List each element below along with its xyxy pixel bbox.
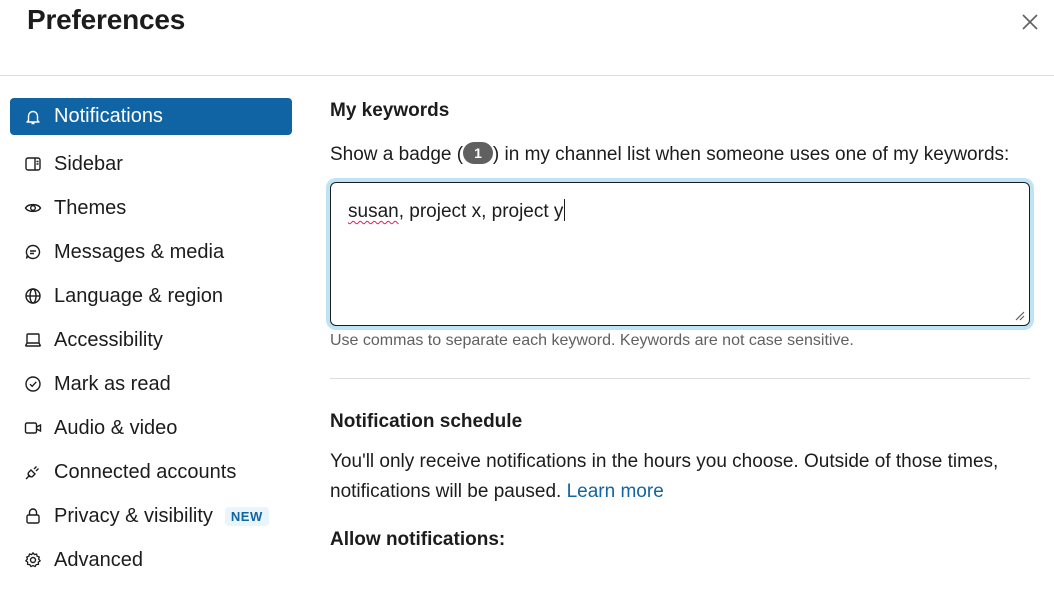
- gear-icon: [24, 551, 42, 569]
- keyword-misspelled: susan: [348, 201, 399, 222]
- plug-icon: [24, 463, 42, 481]
- keywords-desc-after: ) in my channel list when someone uses o…: [492, 144, 1010, 165]
- sidebar-item-language-region[interactable]: Language & region: [10, 274, 292, 318]
- preferences-header: Preferences: [0, 0, 1054, 76]
- new-badge: NEW: [224, 506, 269, 526]
- close-icon[interactable]: [1018, 10, 1042, 34]
- sidebar-item-privacy-visibility[interactable]: Privacy & visibility NEW: [10, 494, 292, 538]
- sidebar-item-connected-accounts[interactable]: Connected accounts: [10, 450, 292, 494]
- video-icon: [24, 419, 42, 437]
- schedule-desc-text: You'll only receive notifications in the…: [330, 451, 999, 502]
- sidebar-item-accessibility[interactable]: Accessibility: [10, 318, 292, 362]
- eye-icon: [24, 199, 42, 217]
- message-icon: [24, 243, 42, 261]
- badge-count: 1: [463, 142, 493, 164]
- schedule-description: You'll only receive notifications in the…: [330, 447, 1030, 507]
- globe-icon: [24, 287, 42, 305]
- sidebar-icon: [24, 155, 42, 173]
- sidebar-item-label: Themes: [54, 196, 127, 219]
- keywords-input[interactable]: susan, project x, project y: [330, 182, 1030, 326]
- sidebar-item-label: Sidebar: [54, 152, 123, 175]
- check-circle-icon: [24, 375, 42, 393]
- keywords-hint: Use commas to separate each keyword. Key…: [330, 332, 854, 349]
- sidebar-item-label: Notifications: [54, 105, 163, 127]
- preferences-sidebar: Notifications Sidebar Themes Messages & …: [10, 98, 292, 582]
- sidebar-item-label: Audio & video: [54, 416, 178, 439]
- bell-icon: [24, 108, 42, 126]
- keywords-title: My keywords: [330, 100, 450, 121]
- keywords-desc-before: Show a badge (: [330, 144, 464, 165]
- text-caret: [564, 199, 566, 221]
- resize-handle-icon[interactable]: [1013, 309, 1025, 321]
- sidebar-item-messages-media[interactable]: Messages & media: [10, 230, 292, 274]
- lock-icon: [24, 507, 42, 525]
- laptop-icon: [24, 331, 42, 349]
- sidebar-item-label: Messages & media: [54, 240, 225, 263]
- sidebar-item-mark-as-read[interactable]: Mark as read: [10, 362, 292, 406]
- sidebar-item-label: Privacy & visibility: [54, 504, 213, 527]
- sidebar-item-label: Advanced: [54, 548, 143, 571]
- sidebar-item-label: Accessibility: [54, 328, 163, 351]
- section-divider: [330, 378, 1030, 379]
- keywords-description: Show a badge (1) in my channel list when…: [330, 140, 1030, 170]
- notifications-panel: My keywords Show a badge (1) in my chann…: [330, 98, 1030, 551]
- sidebar-item-themes[interactable]: Themes: [10, 186, 292, 230]
- sidebar-item-label: Mark as read: [54, 372, 171, 395]
- keywords-value: susan, project x, project y: [348, 199, 566, 223]
- allow-notifications-label: Allow notifications:: [330, 529, 506, 550]
- schedule-title: Notification schedule: [330, 411, 523, 432]
- sidebar-item-label: Language & region: [54, 284, 224, 307]
- page-title: Preferences: [27, 4, 186, 35]
- learn-more-link[interactable]: Learn more: [567, 481, 664, 502]
- sidebar-item-audio-video[interactable]: Audio & video: [10, 406, 292, 450]
- sidebar-item-sidebar[interactable]: Sidebar: [10, 142, 292, 186]
- keyword-rest: , project x, project y: [398, 201, 564, 222]
- sidebar-item-advanced[interactable]: Advanced: [10, 538, 292, 582]
- sidebar-item-label: Connected accounts: [54, 460, 237, 483]
- sidebar-item-notifications[interactable]: Notifications: [10, 98, 292, 135]
